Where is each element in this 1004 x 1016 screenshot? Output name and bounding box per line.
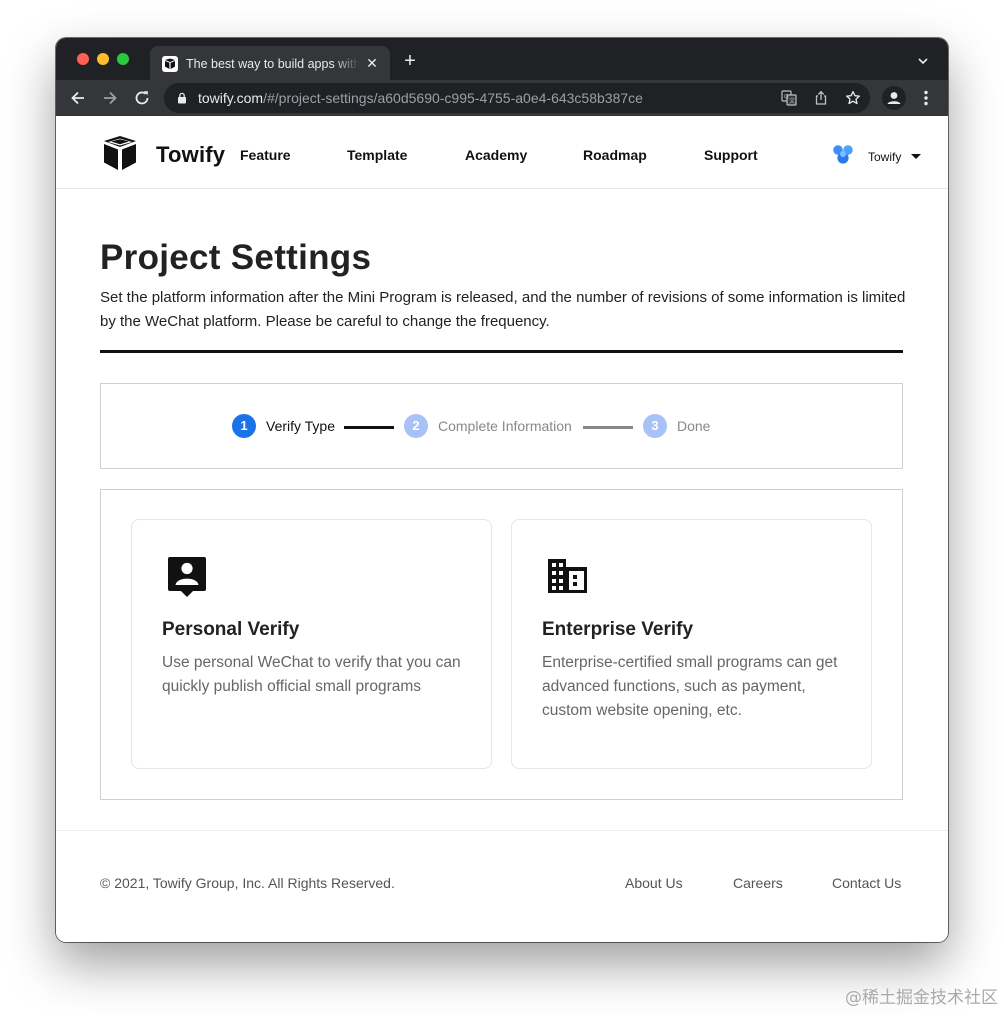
lock-icon bbox=[178, 92, 186, 104]
footer-link-about-us[interactable]: About Us bbox=[625, 875, 683, 891]
tab-title: The best way to build apps with Towify bbox=[186, 57, 360, 71]
browser-tab[interactable]: The best way to build apps with Towify ✕ bbox=[150, 46, 390, 80]
watermark-text: @稀土掘金技术社区 bbox=[845, 988, 998, 1008]
browser-tab-bar: The best way to build apps with Towify ✕… bbox=[56, 38, 948, 80]
profile-avatar-button[interactable] bbox=[882, 86, 906, 110]
enterprise-verify-title: Enterprise Verify bbox=[542, 619, 694, 640]
url-host: towify.com bbox=[198, 90, 264, 106]
reload-icon[interactable] bbox=[132, 88, 152, 108]
footer-divider bbox=[56, 830, 948, 831]
step-1-indicator: 1 bbox=[232, 414, 256, 438]
share-icon[interactable] bbox=[813, 90, 829, 106]
forward-arrow-icon[interactable] bbox=[100, 88, 120, 108]
url-text: towify.com/#/project-settings/a60d5690-c… bbox=[198, 90, 643, 106]
personal-verify-title: Personal Verify bbox=[162, 619, 300, 640]
personal-verify-description: Use personal WeChat to verify that you c… bbox=[162, 654, 461, 695]
minimize-window-button[interactable] bbox=[97, 53, 109, 65]
nav-link-roadmap[interactable]: Roadmap bbox=[583, 147, 647, 163]
enterprise-verify-description: Enterprise-certified small programs can … bbox=[542, 654, 838, 719]
close-window-button[interactable] bbox=[77, 53, 89, 65]
profile-person-icon bbox=[887, 92, 901, 104]
address-bar[interactable]: towify.com/#/project-settings/a60d5690-c… bbox=[164, 83, 870, 113]
step-1-label: Verify Type bbox=[266, 418, 336, 434]
page-description: Set the platform information after the M… bbox=[100, 289, 906, 330]
personal-verify-card[interactable]: Personal Verify Use personal WeChat to v… bbox=[131, 519, 492, 769]
tab-close-icon[interactable]: ✕ bbox=[364, 55, 380, 71]
footer-link-contact-us[interactable]: Contact Us bbox=[832, 875, 901, 891]
towify-logo-icon[interactable] bbox=[102, 135, 138, 171]
step-connector-2 bbox=[583, 426, 633, 429]
brand-name[interactable]: Towify bbox=[156, 142, 225, 168]
browser-window: The best way to build apps with Towify ✕… bbox=[56, 38, 948, 942]
tab-search-chevron-icon[interactable] bbox=[916, 54, 930, 68]
url-path: /#/project-settings/a60d5690-c995-4755-a… bbox=[263, 90, 643, 106]
page-title: Project Settings bbox=[100, 238, 372, 277]
towify-favicon-icon bbox=[162, 56, 178, 72]
translate-icon[interactable]: G 文 bbox=[781, 90, 797, 106]
step-3-label: Done bbox=[677, 418, 711, 434]
svg-text:文: 文 bbox=[789, 97, 795, 105]
title-divider bbox=[100, 350, 903, 353]
step-2-indicator: 2 bbox=[404, 414, 428, 438]
nav-link-feature[interactable]: Feature bbox=[240, 147, 291, 163]
building-icon bbox=[548, 559, 587, 593]
new-tab-button[interactable]: + bbox=[400, 51, 420, 71]
enterprise-verify-card[interactable]: Enterprise Verify Enterprise-certified s… bbox=[511, 519, 872, 769]
personal-badge-icon bbox=[168, 557, 206, 597]
step-2-label: Complete Information bbox=[438, 418, 572, 434]
footer-copyright: © 2021, Towify Group, Inc. All Rights Re… bbox=[100, 875, 395, 891]
step-connector-1 bbox=[344, 426, 394, 429]
user-avatar-icon[interactable] bbox=[832, 144, 854, 166]
nav-link-academy[interactable]: Academy bbox=[465, 147, 527, 163]
stepper-panel: 1 Verify Type 2 Complete Information 3 D… bbox=[100, 383, 903, 469]
footer-link-careers[interactable]: Careers bbox=[733, 875, 783, 891]
nav-link-template[interactable]: Template bbox=[347, 147, 407, 163]
browser-toolbar: towify.com/#/project-settings/a60d5690-c… bbox=[56, 80, 948, 116]
page-content: Towify Feature Template Academy Roadmap … bbox=[56, 116, 948, 942]
bookmark-star-icon[interactable] bbox=[845, 90, 861, 106]
nav-link-support[interactable]: Support bbox=[704, 147, 758, 163]
more-menu-icon[interactable] bbox=[918, 89, 934, 107]
maximize-window-button[interactable] bbox=[117, 53, 129, 65]
top-nav: Towify Feature Template Academy Roadmap … bbox=[56, 116, 948, 189]
back-arrow-icon[interactable] bbox=[68, 88, 88, 108]
user-menu-caret-icon[interactable] bbox=[911, 154, 921, 159]
user-name[interactable]: Towify bbox=[868, 150, 901, 164]
verify-type-panel: Personal Verify Use personal WeChat to v… bbox=[100, 489, 903, 800]
step-3-indicator: 3 bbox=[643, 414, 667, 438]
